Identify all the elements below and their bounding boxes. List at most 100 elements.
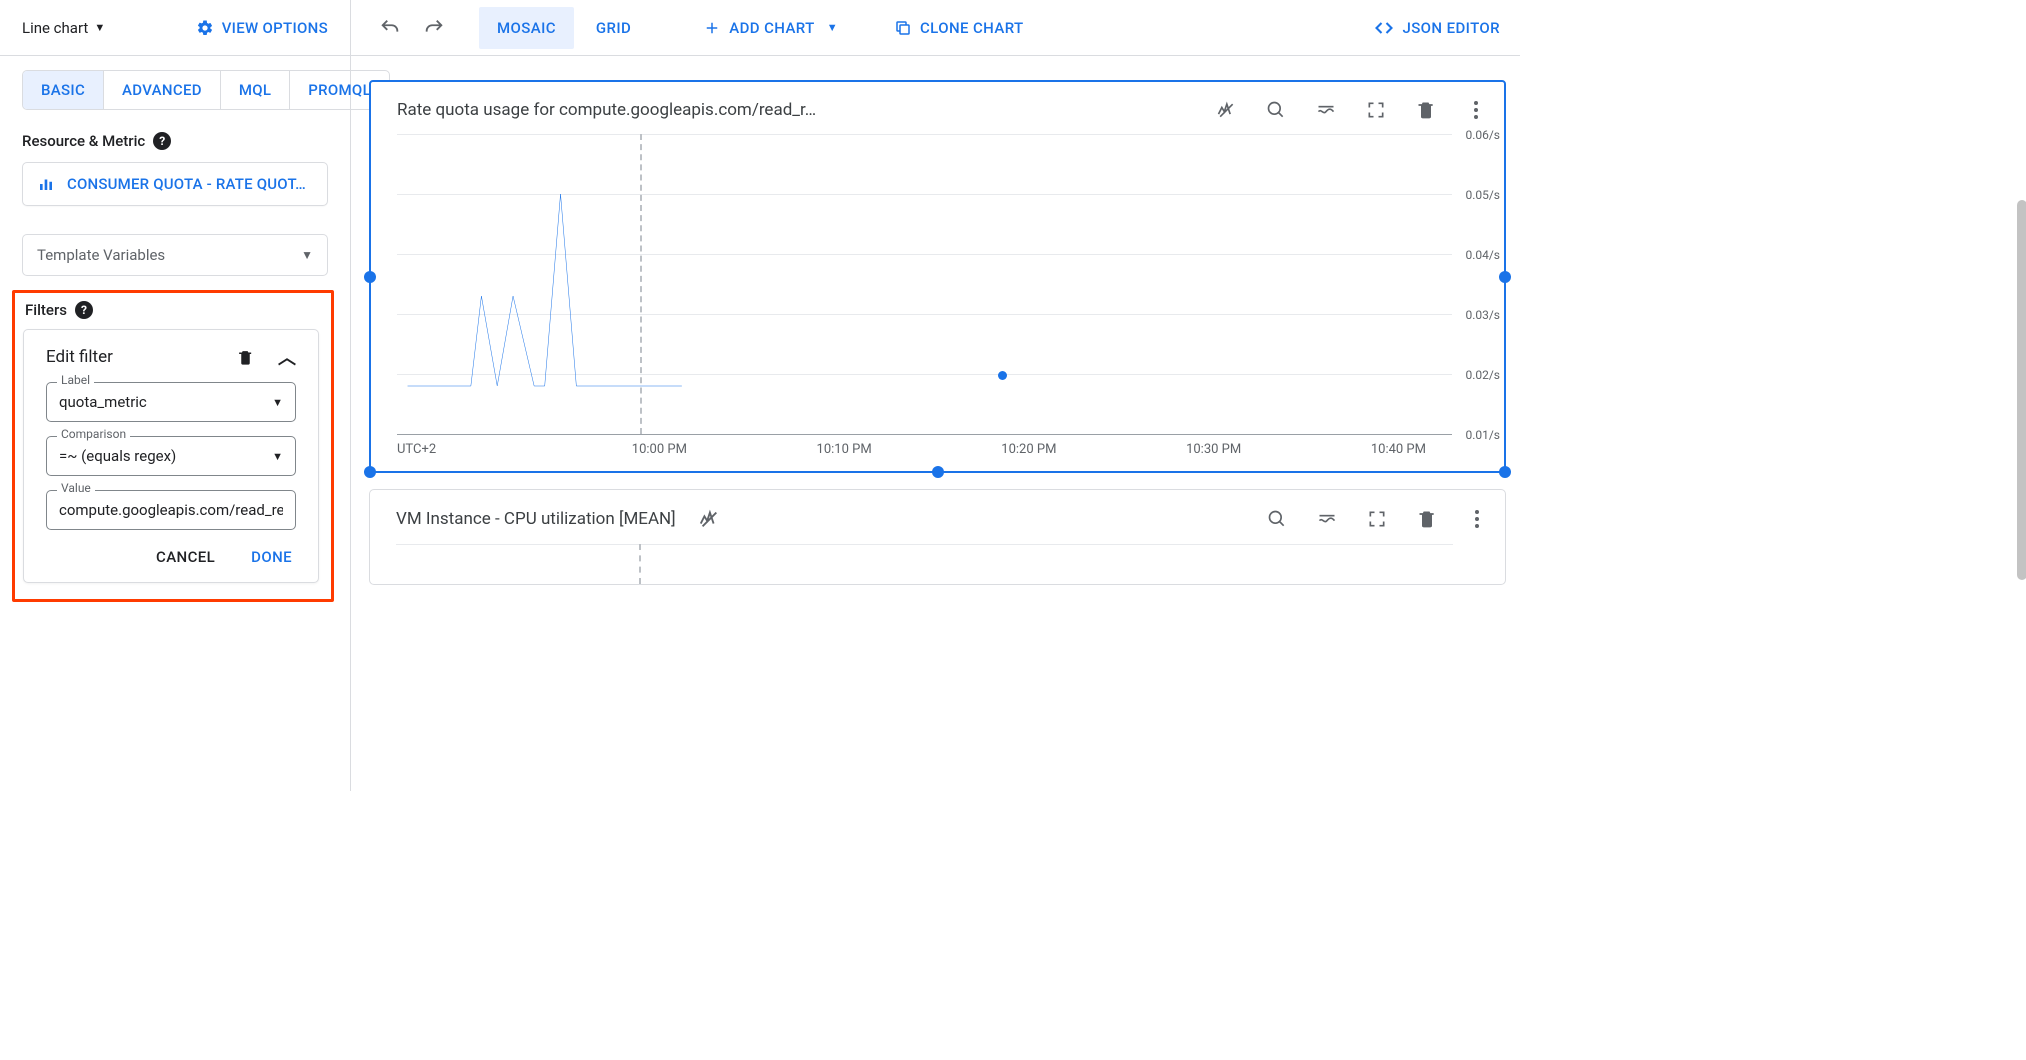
x-tick-label: 10:20 PM — [1001, 442, 1056, 457]
json-editor-label: JSON EDITOR — [1402, 19, 1500, 37]
layout-tab-grid[interactable]: GRID — [578, 7, 649, 49]
chart-title: VM Instance - CPU utilization [MEAN] — [396, 509, 676, 529]
filter-value-input[interactable]: Value compute.googleapis.com/read_req — [46, 490, 296, 530]
filters-section-highlight: Filters ? Edit filter ︿ Label — [12, 290, 334, 602]
x-tick-label: 10:30 PM — [1186, 442, 1241, 457]
chart-type-label: Line chart — [22, 19, 88, 37]
chart-card-selected[interactable]: Rate quota usage for compute.googleapis.… — [369, 80, 1506, 473]
trash-icon[interactable] — [1416, 100, 1436, 120]
left-panel: Line chart ▼ VIEW OPTIONS BASIC ADVANCED… — [0, 0, 351, 791]
code-icon — [1374, 18, 1394, 38]
query-mode-tabs: BASIC ADVANCED MQL PROMQL — [22, 70, 390, 110]
line-series — [397, 134, 1452, 434]
filter-value-field-label: Value — [57, 481, 95, 495]
trash-icon[interactable] — [237, 348, 254, 367]
tab-mql[interactable]: MQL — [220, 71, 289, 109]
help-icon[interactable]: ? — [75, 301, 93, 319]
gridline — [396, 544, 1453, 545]
legend-icon[interactable] — [1317, 509, 1337, 529]
view-options-label: VIEW OPTIONS — [222, 19, 328, 37]
caret-down-icon: ▼ — [827, 21, 838, 34]
left-panel-top: Line chart ▼ VIEW OPTIONS — [0, 0, 350, 56]
clone-chart-button[interactable]: CLONE CHART — [894, 19, 1024, 37]
done-button[interactable]: DONE — [251, 548, 292, 566]
filter-card-header: Edit filter ︿ — [46, 344, 296, 370]
filter-card-buttons: CANCEL DONE — [46, 548, 296, 566]
caret-down-icon: ▼ — [301, 248, 313, 262]
kebab-menu-icon[interactable] — [1466, 100, 1486, 120]
y-tick-label: 0.05/s — [1465, 188, 1500, 202]
y-tick-label: 0.06/s — [1465, 128, 1500, 142]
filter-label-select[interactable]: Label quota_metric ▼ — [46, 382, 296, 422]
chart-toolbar — [1216, 100, 1486, 120]
metric-selector[interactable]: CONSUMER QUOTA - RATE QUOT… — [22, 162, 328, 206]
filters-label: Filters — [25, 301, 67, 319]
right-panel-top: MOSAIC GRID ADD CHART ▼ CLONE CHART JSON… — [351, 0, 1520, 56]
fullscreen-icon[interactable] — [1366, 100, 1386, 120]
resize-handle-right[interactable] — [1499, 271, 1511, 283]
filter-card: Edit filter ︿ Label quota_metric ▼ — [23, 329, 319, 583]
x-axis — [397, 434, 1452, 435]
help-icon[interactable]: ? — [153, 132, 171, 150]
y-tick-label: 0.02/s — [1465, 368, 1500, 382]
legend-icon[interactable] — [1316, 100, 1336, 120]
zoom-icon[interactable] — [1267, 509, 1287, 529]
y-tick-label: 0.04/s — [1465, 248, 1500, 262]
bar-chart-icon — [37, 175, 55, 193]
add-chart-button[interactable]: ADD CHART ▼ — [703, 19, 838, 37]
x-tick-label: 10:00 PM — [632, 442, 687, 457]
chevron-up-icon[interactable]: ︿ — [278, 344, 296, 370]
tab-basic[interactable]: BASIC — [23, 71, 103, 109]
zoom-icon[interactable] — [1266, 100, 1286, 120]
caret-down-icon: ▼ — [272, 450, 283, 463]
chart-card-header: VM Instance - CPU utilization [MEAN] — [370, 490, 1505, 538]
add-chart-label: ADD CHART — [729, 19, 814, 37]
x-tick-label: 10:40 PM — [1371, 442, 1426, 457]
filter-comparison-select[interactable]: Comparison =~ (equals regex) ▼ — [46, 436, 296, 476]
filter-card-actions: ︿ — [237, 344, 296, 370]
json-editor-button[interactable]: JSON EDITOR — [1374, 18, 1500, 38]
x-tick-label: UTC+2 — [397, 442, 436, 457]
undo-redo-group — [363, 17, 455, 39]
resize-handle-left[interactable] — [364, 271, 376, 283]
tab-advanced[interactable]: ADVANCED — [103, 71, 220, 109]
no-anomaly-icon[interactable] — [698, 508, 720, 530]
fullscreen-icon[interactable] — [1367, 509, 1387, 529]
plus-icon — [703, 19, 721, 37]
resource-metric-label: Resource & Metric — [22, 132, 145, 150]
template-variables-select[interactable]: Template Variables ▼ — [22, 234, 328, 276]
resize-handle-bottom-right[interactable] — [1499, 466, 1511, 478]
time-cursor — [639, 544, 641, 584]
cancel-button[interactable]: CANCEL — [156, 548, 215, 566]
right-panel: MOSAIC GRID ADD CHART ▼ CLONE CHART JSON… — [351, 0, 1520, 791]
x-axis-labels: UTC+2 10:00 PM 10:10 PM 10:20 PM 10:30 P… — [371, 436, 1452, 471]
filter-label-field-value: quota_metric — [59, 393, 272, 411]
resize-handle-bottom-left[interactable] — [364, 466, 376, 478]
filter-card-title: Edit filter — [46, 347, 113, 367]
filters-header: Filters ? — [25, 301, 323, 319]
trash-icon[interactable] — [1417, 509, 1437, 529]
view-options-button[interactable]: VIEW OPTIONS — [196, 19, 328, 37]
scrollbar-thumb[interactable] — [2017, 200, 2026, 580]
y-tick-label: 0.03/s — [1465, 308, 1500, 322]
redo-icon[interactable] — [423, 17, 445, 39]
kebab-menu-icon[interactable] — [1467, 509, 1487, 529]
undo-icon[interactable] — [379, 17, 401, 39]
resource-metric-header: Resource & Metric ? — [22, 132, 328, 150]
chart-title: Rate quota usage for compute.googleapis.… — [397, 100, 816, 120]
caret-down-icon: ▼ — [272, 396, 283, 409]
chart-plot-area: 0.06/s 0.05/s 0.04/s 0.03/s 0.02/s 0.01/… — [397, 134, 1452, 434]
filter-comparison-field-value: =~ (equals regex) — [59, 447, 272, 465]
resize-handle-bottom-center[interactable] — [932, 466, 944, 478]
chart-type-dropdown[interactable]: Line chart ▼ — [22, 19, 105, 37]
metric-chip-label: CONSUMER QUOTA - RATE QUOT… — [67, 175, 306, 193]
chart-plot-area — [396, 544, 1453, 584]
gear-icon — [196, 19, 214, 37]
chart-card[interactable]: VM Instance - CPU utilization [MEAN] — [369, 489, 1506, 585]
template-variables-placeholder: Template Variables — [37, 246, 165, 264]
x-tick-label: 10:10 PM — [817, 442, 872, 457]
layout-tab-mosaic[interactable]: MOSAIC — [479, 7, 574, 49]
no-anomaly-icon[interactable] — [1216, 100, 1236, 120]
y-tick-label: 0.01/s — [1465, 428, 1500, 442]
layout-mode-tabs: MOSAIC GRID — [479, 7, 649, 49]
